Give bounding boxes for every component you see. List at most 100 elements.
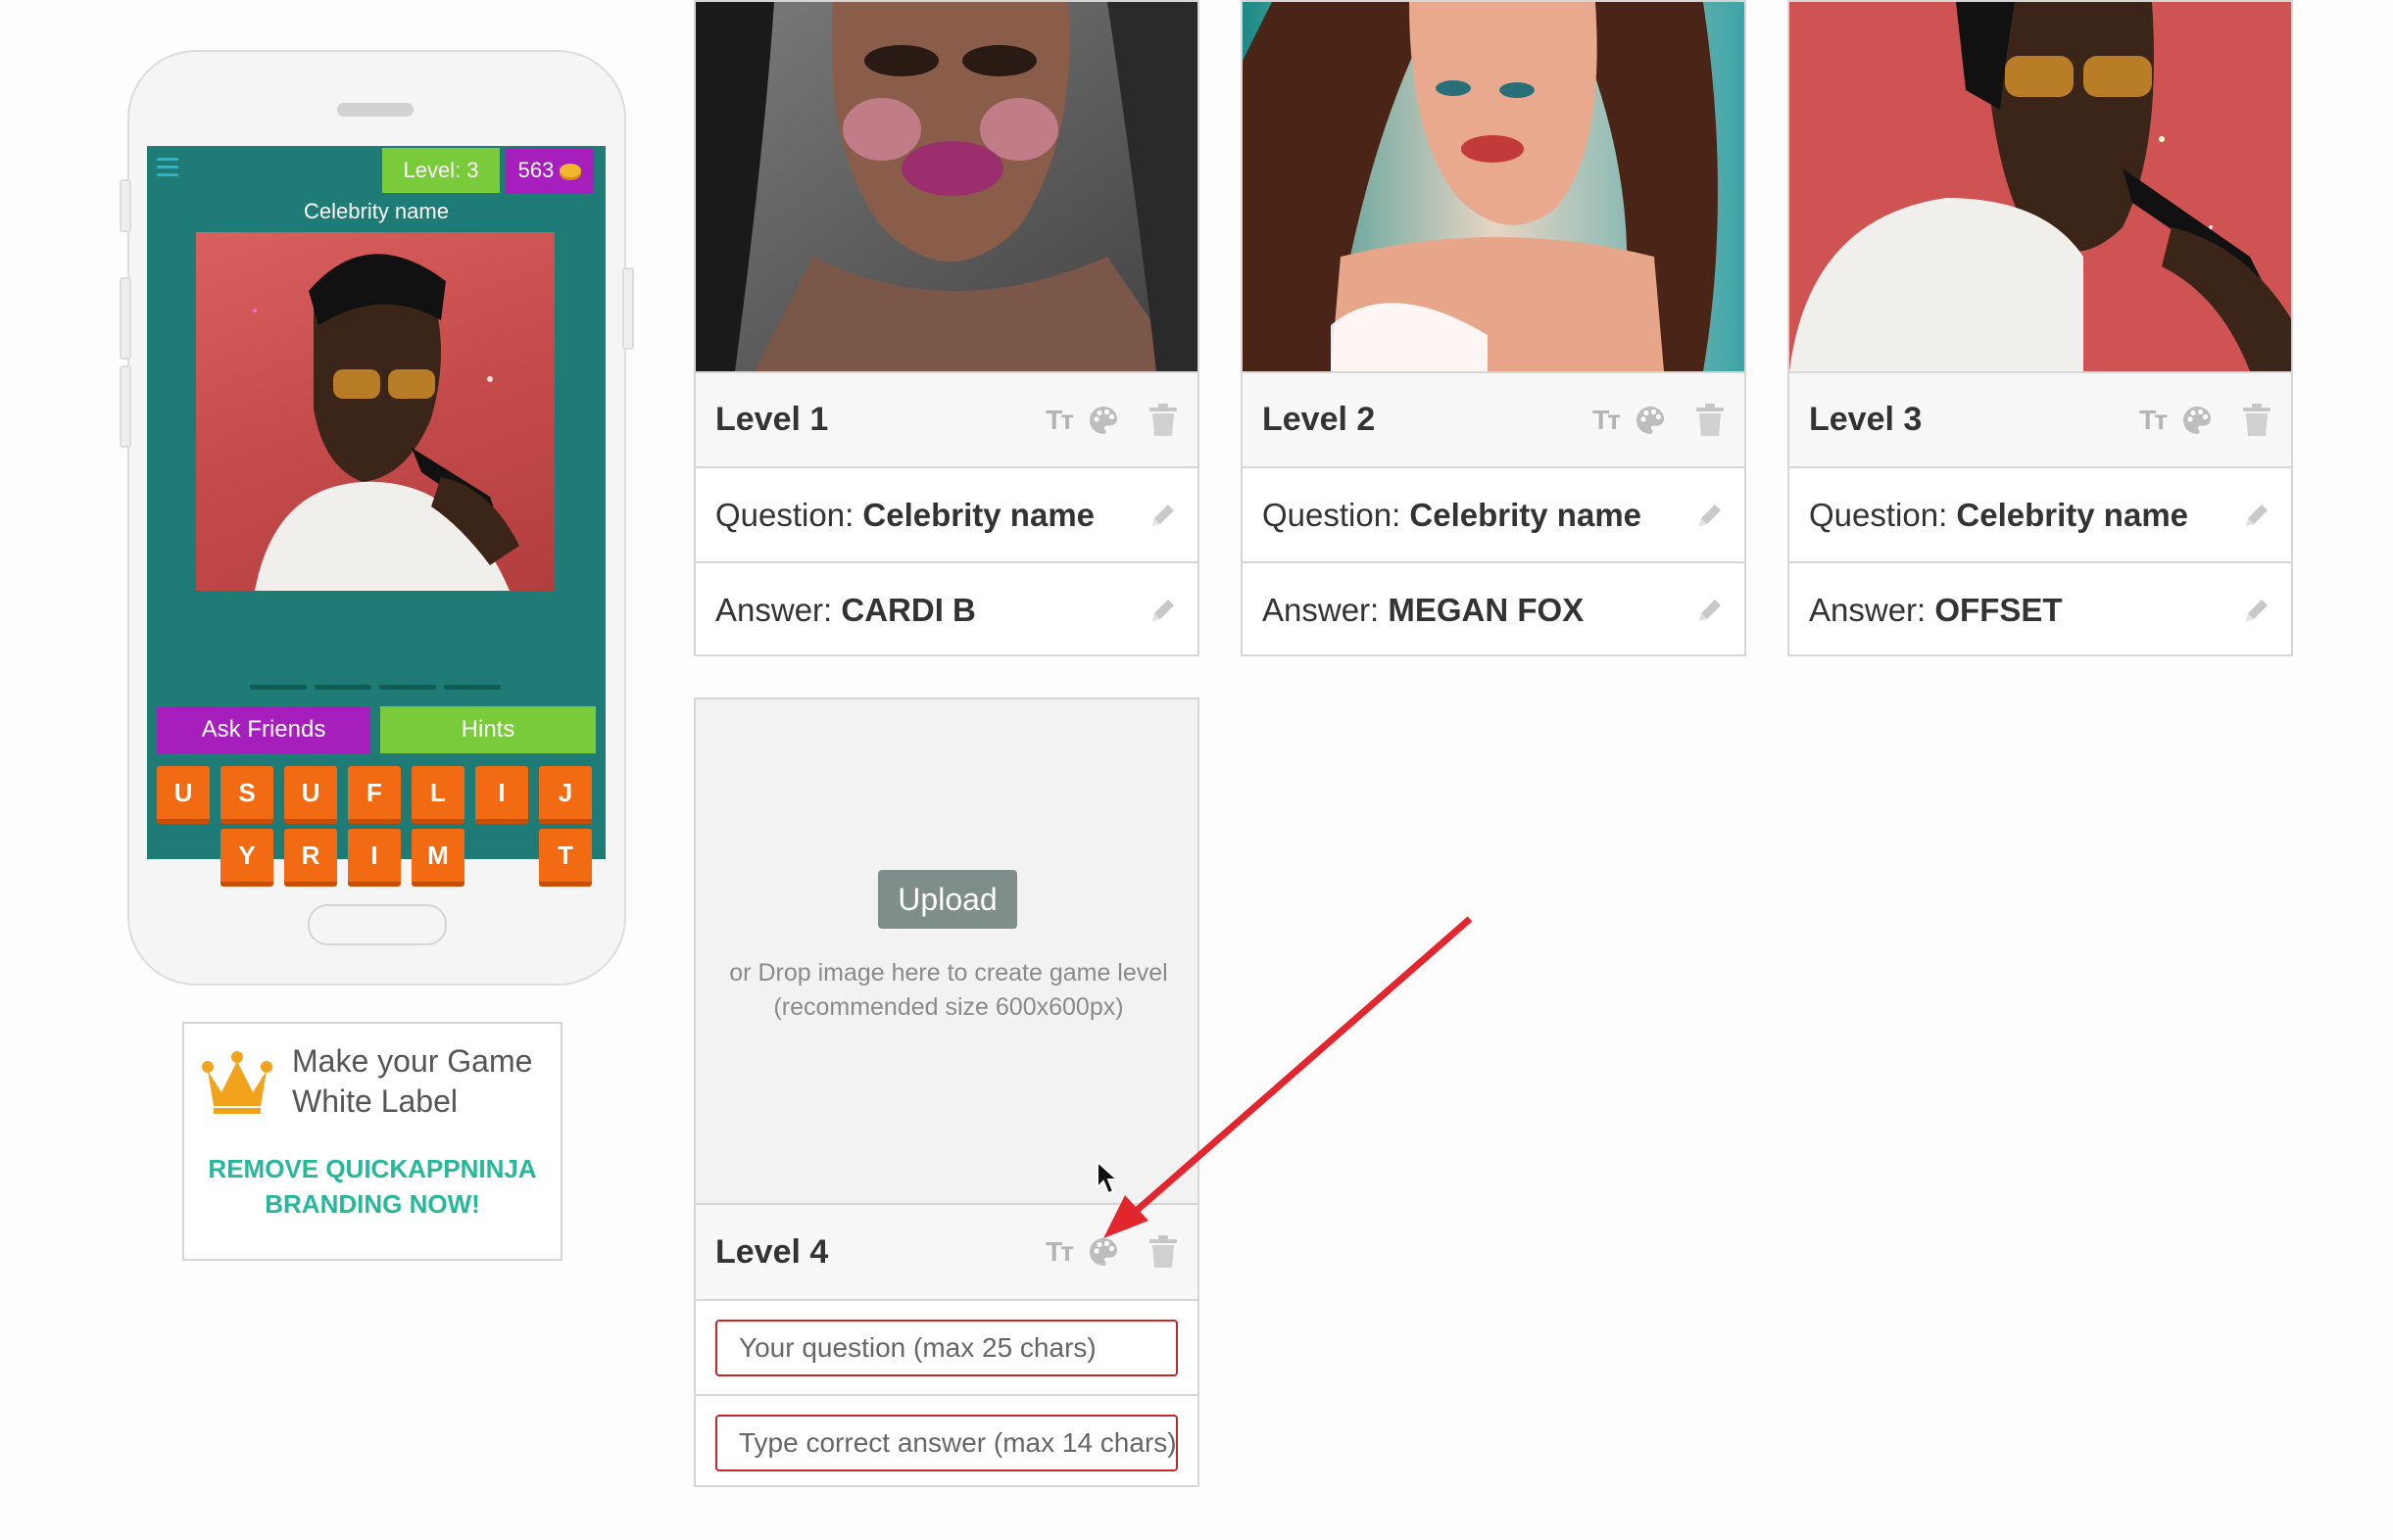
level-header: Level 4 Tт <box>696 1203 1197 1299</box>
letter-tile[interactable]: I <box>348 829 401 887</box>
edit-pencil-icon[interactable] <box>1695 596 1725 625</box>
drop-hint: or Drop image here to create game level … <box>706 956 1192 1025</box>
letter-tile[interactable]: Y <box>220 829 273 887</box>
answer-row[interactable]: Answer: OFFSET <box>1789 561 2291 656</box>
phone-side-button <box>120 277 131 360</box>
ask-friends-button[interactable]: Ask Friends <box>157 706 370 753</box>
text-style-icon[interactable]: Tт <box>1046 405 1074 436</box>
level-card: Level 2 Tт Question: Celebrity name Answ… <box>1241 0 1746 656</box>
coins-badge: 563 <box>506 148 594 193</box>
promo-title-line: Make your Game <box>292 1043 533 1079</box>
question-text: Question: Celebrity name <box>1809 497 2226 534</box>
phone-home-button <box>308 904 447 945</box>
image-drop-zone[interactable]: Upload or Drop image here to create game… <box>696 699 1197 1203</box>
promo-title: Make your Game White Label <box>292 1041 557 1122</box>
answer-label: Answer: <box>715 591 833 628</box>
text-style-icon[interactable]: Tт <box>1592 405 1621 436</box>
question-value: Celebrity name <box>1956 496 2189 533</box>
level-title: Level 4 <box>715 1232 829 1271</box>
phone-screen: Level: 3 563 Celebrity name Ask Friends … <box>147 146 606 887</box>
question-value: Celebrity name <box>1409 496 1642 533</box>
promo-title-line: White Label <box>292 1083 458 1119</box>
level-header: Level 1 Tт <box>696 371 1197 466</box>
upload-button[interactable]: Upload <box>878 870 1017 929</box>
trash-icon[interactable] <box>1148 403 1178 437</box>
edit-pencil-icon[interactable] <box>1148 596 1178 625</box>
level-image[interactable] <box>1243 2 1744 371</box>
palette-icon[interactable] <box>1088 1236 1119 1268</box>
white-label-promo[interactable]: Make your Game White Label REMOVE QUICKA… <box>182 1022 562 1261</box>
answer-value: CARDI B <box>841 591 976 628</box>
answer-label: Answer: <box>1809 591 1927 628</box>
edit-pencil-icon[interactable] <box>1148 501 1178 530</box>
level-image[interactable] <box>696 2 1197 371</box>
remove-branding-link[interactable]: REMOVE QUICKAPPNINJA BRANDING NOW! <box>194 1151 551 1222</box>
trash-icon[interactable] <box>2242 403 2271 437</box>
text-style-icon[interactable]: Tт <box>2139 405 2168 436</box>
answer-slots <box>250 685 501 690</box>
letter-tile[interactable]: R <box>284 829 337 887</box>
trash-icon[interactable] <box>1148 1235 1178 1269</box>
phone-side-button <box>120 179 131 232</box>
letter-tile[interactable]: F <box>348 766 401 824</box>
level-image[interactable] <box>1789 2 2291 371</box>
level-title: Level 2 <box>1262 401 1376 438</box>
answer-row[interactable]: Answer: CARDI B <box>696 561 1197 656</box>
mouse-cursor-icon <box>1097 1160 1120 1195</box>
crown-icon <box>202 1051 272 1114</box>
edit-pencil-icon[interactable] <box>2242 501 2271 530</box>
celebrity-photo <box>196 232 555 591</box>
palette-icon[interactable] <box>2181 405 2213 436</box>
answer-input[interactable]: Type correct answer (max 14 chars) <box>715 1414 1178 1471</box>
question-row[interactable]: Question: Celebrity name <box>1243 466 1744 561</box>
letter-tile[interactable]: T <box>539 829 592 887</box>
question-label: Question: <box>1262 496 1401 533</box>
coin-stack-icon <box>560 164 582 177</box>
answer-label: Answer: <box>1262 591 1380 628</box>
edit-pencil-icon[interactable] <box>1695 501 1725 530</box>
question-input[interactable]: Your question (max 25 chars) <box>715 1319 1178 1376</box>
text-style-icon[interactable]: Tт <box>1046 1236 1074 1268</box>
letter-tile[interactable]: S <box>220 766 273 824</box>
coins-count: 563 <box>517 158 555 182</box>
question-row[interactable]: Question: Celebrity name <box>696 466 1197 561</box>
level-badge: Level: 3 <box>382 148 500 193</box>
palette-icon[interactable] <box>1088 405 1119 436</box>
letter-tile[interactable]: U <box>157 766 210 824</box>
letter-tile[interactable]: M <box>412 829 464 887</box>
letter-tile[interactable]: I <box>475 766 528 824</box>
answer-row[interactable]: Answer: MEGAN FOX <box>1243 561 1744 656</box>
answer-value: MEGAN FOX <box>1388 591 1585 628</box>
new-level-card: Upload or Drop image here to create game… <box>694 698 1199 1487</box>
answer-value: OFFSET <box>1934 591 2063 628</box>
drop-hint-line: or Drop image here to create game level <box>729 959 1168 987</box>
hamburger-icon[interactable] <box>157 158 178 177</box>
letter-tile[interactable]: L <box>412 766 464 824</box>
question-value: Celebrity name <box>862 496 1096 533</box>
question-row: Your question (max 25 chars) <box>696 1299 1197 1394</box>
trash-icon[interactable] <box>1695 403 1725 437</box>
question-text: Question: Celebrity name <box>715 497 1133 534</box>
drop-hint-line: (recommended size 600x600px) <box>773 993 1124 1021</box>
phone-preview: Level: 3 563 Celebrity name Ask Friends … <box>120 50 634 986</box>
letter-tile[interactable]: J <box>539 766 592 824</box>
question-title: Celebrity name <box>304 199 449 223</box>
question-label: Question: <box>1809 496 1948 533</box>
phone-side-button <box>120 365 131 448</box>
question-row[interactable]: Question: Celebrity name <box>1789 466 2291 561</box>
answer-text: Answer: CARDI B <box>715 592 1133 629</box>
level-header: Level 2 Tт <box>1243 371 1744 466</box>
palette-icon[interactable] <box>1635 405 1666 436</box>
level-card: Level 3 Tт Question: Celebrity name Answ… <box>1787 0 2293 656</box>
phone-side-button <box>622 267 634 350</box>
question-text: Question: Celebrity name <box>1262 497 1680 534</box>
hints-button[interactable]: Hints <box>380 706 596 753</box>
phone-speaker <box>337 103 414 117</box>
promo-cta-line: BRANDING NOW! <box>265 1189 480 1219</box>
edit-pencil-icon[interactable] <box>2242 596 2271 625</box>
level-card: Level 1 Tт Question: Celebrity name Answ… <box>694 0 1199 656</box>
answer-text: Answer: MEGAN FOX <box>1262 592 1680 629</box>
letter-tile[interactable]: U <box>284 766 337 824</box>
question-label: Question: <box>715 496 855 533</box>
level-title: Level 3 <box>1809 401 1923 438</box>
